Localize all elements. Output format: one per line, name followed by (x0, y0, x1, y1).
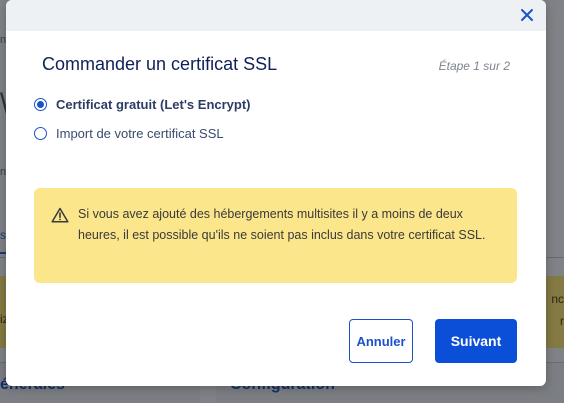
close-button[interactable] (516, 4, 538, 26)
dialog-title: Commander un certificat SSL (42, 54, 278, 74)
warning-message: Si vous avez ajouté des hébergements mul… (34, 188, 517, 283)
step-indicator: Étape 1 sur 2 (438, 59, 510, 73)
option-free-certificate[interactable]: Certificat gratuit (Let's Encrypt) (34, 97, 251, 112)
background-text: nc (551, 292, 564, 306)
ssl-order-dialog: Commander un certificat SSL Étape 1 sur … (6, 0, 546, 386)
warning-triangle-icon (51, 207, 69, 223)
cancel-button[interactable]: Annuler (349, 319, 413, 363)
radio-button-selected[interactable] (34, 98, 47, 111)
option-import-certificate[interactable]: Import de votre certificat SSL (34, 126, 224, 141)
dialog-header-bar (6, 0, 546, 31)
option-label: Certificat gratuit (Let's Encrypt) (56, 97, 251, 112)
option-label: Import de votre certificat SSL (56, 126, 224, 141)
warning-text: Si vous avez ajouté des hébergements mul… (78, 207, 486, 242)
background-text: r (560, 314, 564, 328)
next-button[interactable]: Suivant (435, 319, 517, 363)
close-icon (521, 9, 533, 21)
radio-button[interactable] (34, 127, 47, 140)
